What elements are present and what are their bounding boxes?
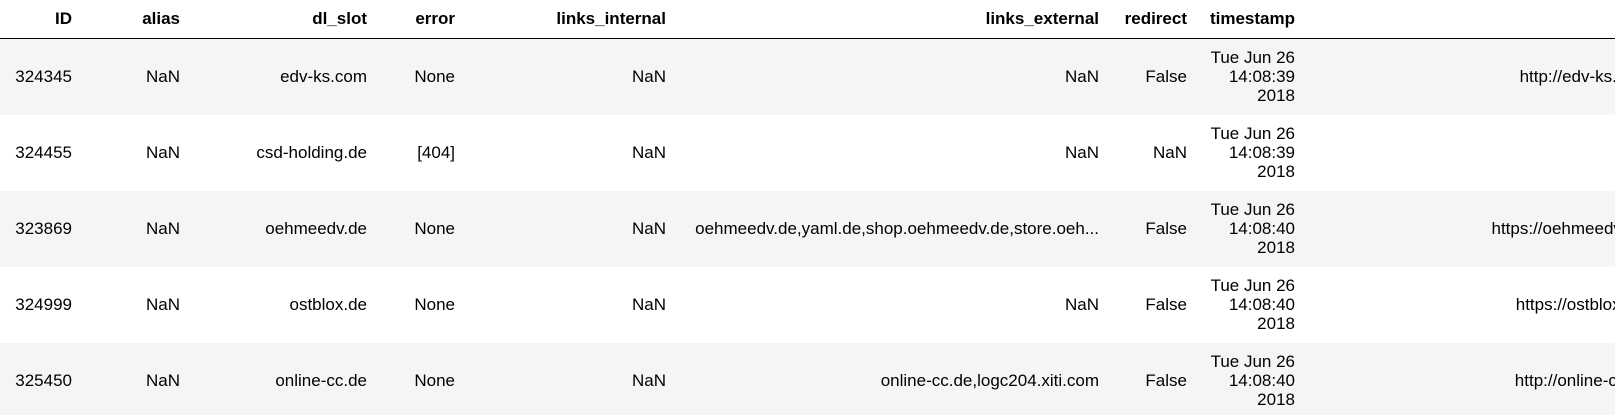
cell-links-internal: NaN xyxy=(631,370,666,390)
cell-id: 324345 xyxy=(15,66,72,86)
cell-dl-slot: edv-ks.com xyxy=(280,66,367,86)
table-row: 324999 NaN ostblox.de None NaN NaN False… xyxy=(0,266,1615,343)
column-header-redirect: redirect xyxy=(1107,0,1195,39)
cell-links-internal: NaN xyxy=(631,142,666,162)
cell-redirect: False xyxy=(1145,294,1187,314)
cell-dl-slot: oehmeedv.de xyxy=(265,218,367,238)
cell-timestamp: Tue Jun 26 14:08:40 2018 xyxy=(1195,343,1303,415)
cell-url: http://edv-ks.com xyxy=(1519,66,1615,86)
cell-alias: NaN xyxy=(145,218,180,238)
cell-dl-slot: ostblox.de xyxy=(289,294,368,314)
dataframe-table: ID alias dl_slot error links_internal li… xyxy=(0,0,1615,415)
timestamp-time: 14:08:40 xyxy=(1228,219,1295,238)
timestamp-year: 2018 xyxy=(1257,390,1295,409)
cell-id: 324455 xyxy=(15,142,72,162)
timestamp-date: Tue Jun 26 xyxy=(1210,200,1295,219)
cell-url: NaN xyxy=(1303,115,1615,191)
cell-error: None xyxy=(414,294,455,314)
column-header-url: url xyxy=(1303,0,1615,39)
cell-links-external: NaN xyxy=(1064,142,1099,162)
timestamp-year: 2018 xyxy=(1257,162,1295,181)
timestamp-year: 2018 xyxy=(1257,86,1295,106)
cell-error: None xyxy=(414,218,455,238)
cell-links-internal: NaN xyxy=(631,66,666,86)
cell-error: None xyxy=(414,66,455,86)
cell-timestamp: Tue Jun 26 14:08:39 2018 xyxy=(1195,39,1303,115)
timestamp-time: 14:08:40 xyxy=(1228,295,1295,314)
table-row: 325450 NaN online-cc.de None NaN online-… xyxy=(0,342,1615,415)
column-header-links-external: links_external xyxy=(672,0,1107,39)
cell-links-internal: NaN xyxy=(631,294,666,314)
cell-links-internal: NaN xyxy=(631,218,666,238)
cell-redirect: NaN xyxy=(1152,142,1187,162)
cell-timestamp: Tue Jun 26 14:08:40 2018 xyxy=(1195,191,1303,267)
timestamp-time: 14:08:40 xyxy=(1228,371,1295,390)
column-header-dl-slot: dl_slot xyxy=(187,0,375,39)
cell-id: 324999 xyxy=(15,294,72,314)
timestamp-date: Tue Jun 26 xyxy=(1210,276,1295,295)
timestamp-time: 14:08:39 xyxy=(1228,67,1295,87)
cell-links-external: NaN xyxy=(1064,294,1099,314)
timestamp-year: 2018 xyxy=(1257,238,1295,257)
timestamp-time: 14:08:39 xyxy=(1228,143,1295,162)
header-row: ID alias dl_slot error links_internal li… xyxy=(0,0,1615,39)
timestamp-date: Tue Jun 26 xyxy=(1210,124,1295,143)
table-row: 324455 NaN csd-holding.de [404] NaN NaN … xyxy=(0,114,1615,191)
cell-url: https://oehmeedv.de/ xyxy=(1491,218,1615,238)
cell-timestamp: Tue Jun 26 14:08:40 2018 xyxy=(1195,267,1303,343)
cell-id: 325450 xyxy=(15,370,72,390)
cell-alias: NaN xyxy=(145,294,180,314)
cell-redirect: False xyxy=(1145,218,1187,238)
cell-dl-slot: online-cc.de xyxy=(275,370,367,390)
cell-alias: NaN xyxy=(145,370,180,390)
cell-alias: NaN xyxy=(145,142,180,162)
table-row: 323869 NaN oehmeedv.de None NaN oehmeedv… xyxy=(0,190,1615,267)
column-header-timestamp: timestamp xyxy=(1195,0,1303,39)
cell-error: [404] xyxy=(417,142,455,162)
cell-timestamp: Tue Jun 26 14:08:39 2018 xyxy=(1195,115,1303,191)
column-header-alias: alias xyxy=(80,0,187,39)
cell-links-external: NaN xyxy=(1064,66,1099,86)
cell-links-external: oehmeedv.de,yaml.de,shop.oehmeedv.de,sto… xyxy=(695,218,1099,238)
cell-dl-slot: csd-holding.de xyxy=(256,142,367,162)
cell-alias: NaN xyxy=(145,66,180,86)
column-header-error: error xyxy=(375,0,461,39)
cell-links-external: online-cc.de,logc204.xiti.com xyxy=(880,370,1099,390)
table-body: 324345 NaN edv-ks.com None NaN NaN False… xyxy=(0,38,1615,415)
column-header-id: ID xyxy=(0,0,80,39)
cell-redirect: False xyxy=(1145,370,1187,390)
cell-redirect: False xyxy=(1145,66,1187,86)
timestamp-year: 2018 xyxy=(1257,314,1295,333)
timestamp-date: Tue Jun 26 xyxy=(1210,48,1295,68)
cell-url: http://online-cc.de xyxy=(1514,370,1615,390)
table-header: ID alias dl_slot error links_internal li… xyxy=(0,0,1615,39)
timestamp-date: Tue Jun 26 xyxy=(1210,352,1295,371)
cell-url: https://ostblox.de/ xyxy=(1515,294,1615,314)
cell-id: 323869 xyxy=(15,218,72,238)
cell-error: None xyxy=(414,370,455,390)
column-header-links-internal: links_internal xyxy=(461,0,672,39)
table-row: 324345 NaN edv-ks.com None NaN NaN False… xyxy=(0,38,1615,115)
